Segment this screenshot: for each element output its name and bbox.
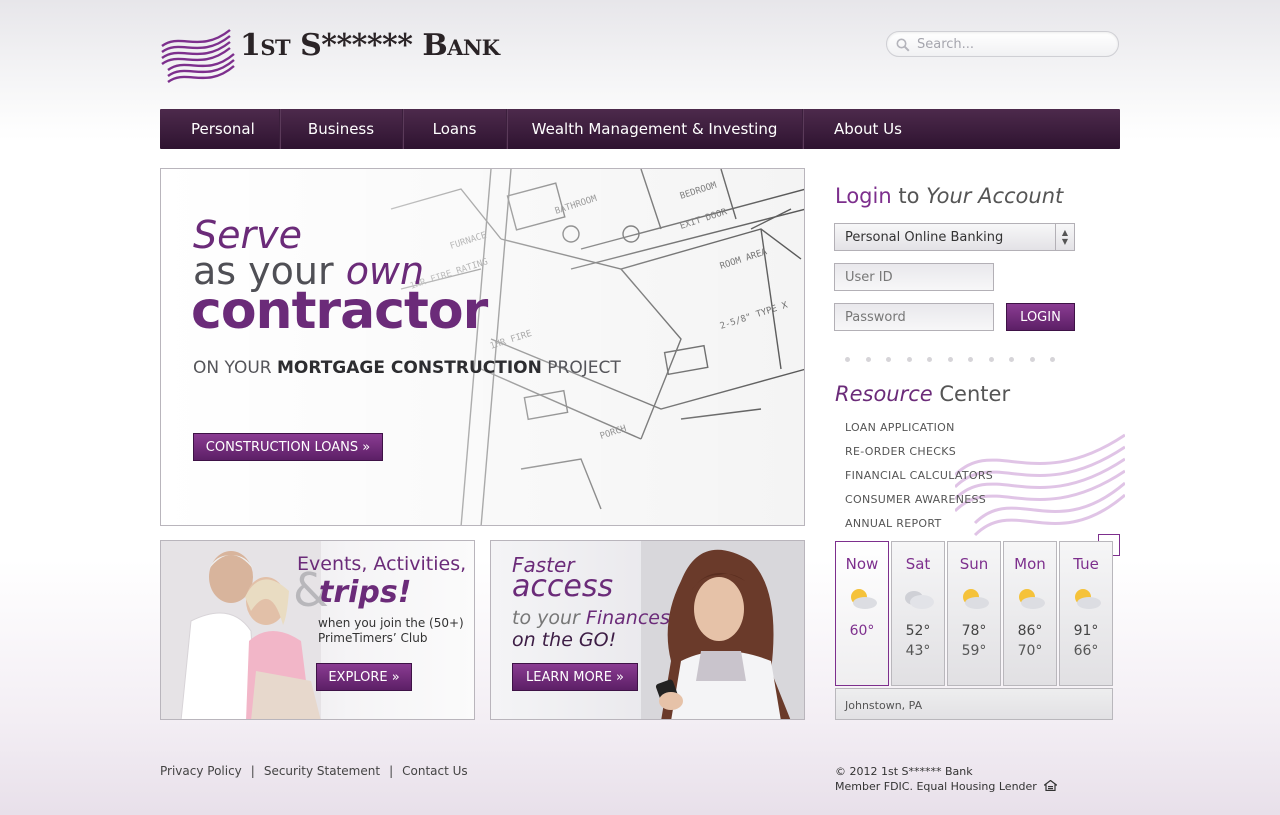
search-box[interactable] [886, 31, 1119, 57]
promo2-on-the-go: on the GO! [512, 629, 617, 651]
footer-links: Privacy Policy | Security Statement | Contac… [160, 764, 468, 778]
cloudy-icon [905, 591, 934, 609]
fdic-text: Member FDIC. Equal Housing Lender [835, 780, 1037, 793]
login-to: to [891, 184, 927, 208]
footer-separator: | [389, 764, 394, 778]
hero-tag-prefix: ON YOUR [193, 358, 277, 378]
promo1-subtitle: when you join the (50+) [318, 616, 464, 630]
promo2-to-your: to your [512, 607, 586, 629]
user-id-field[interactable] [834, 263, 994, 291]
weather-low: 70° [1017, 643, 1043, 659]
learn-more-button[interactable]: LEARN MORE » [512, 663, 638, 691]
weather-day-name: Now [845, 555, 879, 573]
center-word: Center [932, 382, 1011, 406]
weather-day-name: Sun [959, 555, 989, 573]
promo1-trips: trips! [319, 575, 412, 610]
weather-day-sun: Sun 78° 59° [947, 541, 1001, 686]
account-type-select[interactable]: Personal Online Banking ▲ ▼ [834, 223, 1075, 251]
privacy-policy-link[interactable]: Privacy Policy [160, 764, 242, 778]
resource-word: Resource [835, 382, 933, 406]
resource-list: LOAN APPLICATION RE-ORDER CHECKS FINANCI… [845, 421, 993, 541]
promo2-finances: Finances [585, 607, 670, 629]
login-your-account: Your Account [926, 184, 1064, 208]
copyright-text: © 2012 1st S****** Bank [835, 765, 973, 778]
weather-day-tue: Tue 91° 66° [1059, 541, 1113, 686]
weather-high: 60° [849, 623, 875, 639]
resource-annual-report[interactable]: ANNUAL REPORT [845, 517, 993, 541]
weather-high: 52° [905, 623, 931, 639]
divider-dots [845, 357, 1055, 363]
login-button[interactable]: LOGIN [1006, 303, 1075, 331]
resource-financial-calculators[interactable]: FINANCIAL CALCULATORS [845, 469, 993, 493]
login-word: Login [835, 184, 892, 208]
weather-day-name: Mon [1014, 555, 1046, 573]
promo2-access: access [512, 569, 614, 604]
account-type-value: Personal Online Banking [845, 230, 1004, 245]
hero-tag-emphasis: MORTGAGE CONSTRUCTION [277, 358, 542, 378]
partly-sunny-icon [963, 589, 989, 609]
promo-mobile-banking: Faster access to your Finances on the GO… [490, 540, 805, 720]
partly-sunny-icon [1075, 589, 1101, 609]
select-arrows-icon[interactable]: ▲ ▼ [1055, 224, 1074, 250]
equal-housing-icon [1043, 779, 1059, 792]
nav-item-about-us[interactable]: About Us [803, 109, 933, 149]
weather-low: 43° [905, 643, 931, 659]
weather-high: 78° [961, 623, 987, 639]
footer-copyright: © 2012 1st S****** Bank Member FDIC. Equ… [835, 764, 1059, 794]
partly-sunny-icon [1019, 589, 1045, 609]
hero-tagline: ON YOUR MORTGAGE CONSTRUCTION PROJECT [193, 358, 621, 378]
search-input[interactable] [917, 35, 1112, 53]
main-nav: Personal Business Loans Wealth Managemen… [160, 109, 1120, 149]
bank-logo[interactable] [160, 24, 240, 88]
resource-reorder-checks[interactable]: RE-ORDER CHECKS [845, 445, 993, 469]
explore-button[interactable]: EXPLORE » [316, 663, 412, 691]
login-heading: Login to Your Account [835, 184, 1063, 208]
nav-item-personal[interactable]: Personal [160, 109, 280, 149]
construction-loans-button[interactable]: CONSTRUCTION LOANS » [193, 433, 383, 461]
security-statement-link[interactable]: Security Statement [264, 764, 380, 778]
woman-phone-photo [641, 541, 804, 719]
contact-us-link[interactable]: Contact Us [402, 764, 468, 778]
resource-center-heading: Resource Center [835, 382, 1010, 406]
weather-day-name: Tue [1073, 555, 1099, 573]
nav-item-wealth-management[interactable]: Wealth Management & Investing [507, 109, 803, 149]
hero-tag-suffix: PROJECT [541, 358, 621, 378]
hero-banner: BEDROOM BATHROOM FURNACE EXIT DOOR ROOM … [160, 168, 805, 526]
resource-consumer-awareness[interactable]: CONSUMER AWARENESS [845, 493, 993, 517]
weather-low: 66° [1073, 643, 1099, 659]
promo2-to-your-finances: to your Finances [512, 607, 670, 629]
resource-loan-application[interactable]: LOAN APPLICATION [845, 421, 993, 445]
promo-primetimers: Events, Activities, & trips! when you jo… [160, 540, 475, 720]
weather-day-now: Now 60° [835, 541, 889, 686]
weather-low: 59° [961, 643, 987, 659]
weather-location[interactable]: Johnstown, PA [835, 688, 1113, 720]
partly-sunny-icon [851, 589, 877, 609]
nav-item-loans[interactable]: Loans [403, 109, 507, 149]
weather-day-mon: Mon 86° 70° [1003, 541, 1057, 686]
weather-day-name: Sat [905, 555, 931, 573]
weather-high: 91° [1073, 623, 1099, 639]
weather-high: 86° [1017, 623, 1043, 639]
hero-headline-contractor: contractor [191, 281, 488, 341]
weather-low [836, 643, 888, 663]
footer-separator: | [250, 764, 255, 778]
bank-name: 1st S****** Bank [240, 28, 500, 63]
search-icon[interactable] [896, 38, 910, 52]
nav-item-business[interactable]: Business [280, 109, 403, 149]
weather-day-sat: Sat 52° 43° [891, 541, 945, 686]
promo1-club: PrimeTimers’ Club [318, 631, 428, 645]
password-field[interactable] [834, 303, 994, 331]
